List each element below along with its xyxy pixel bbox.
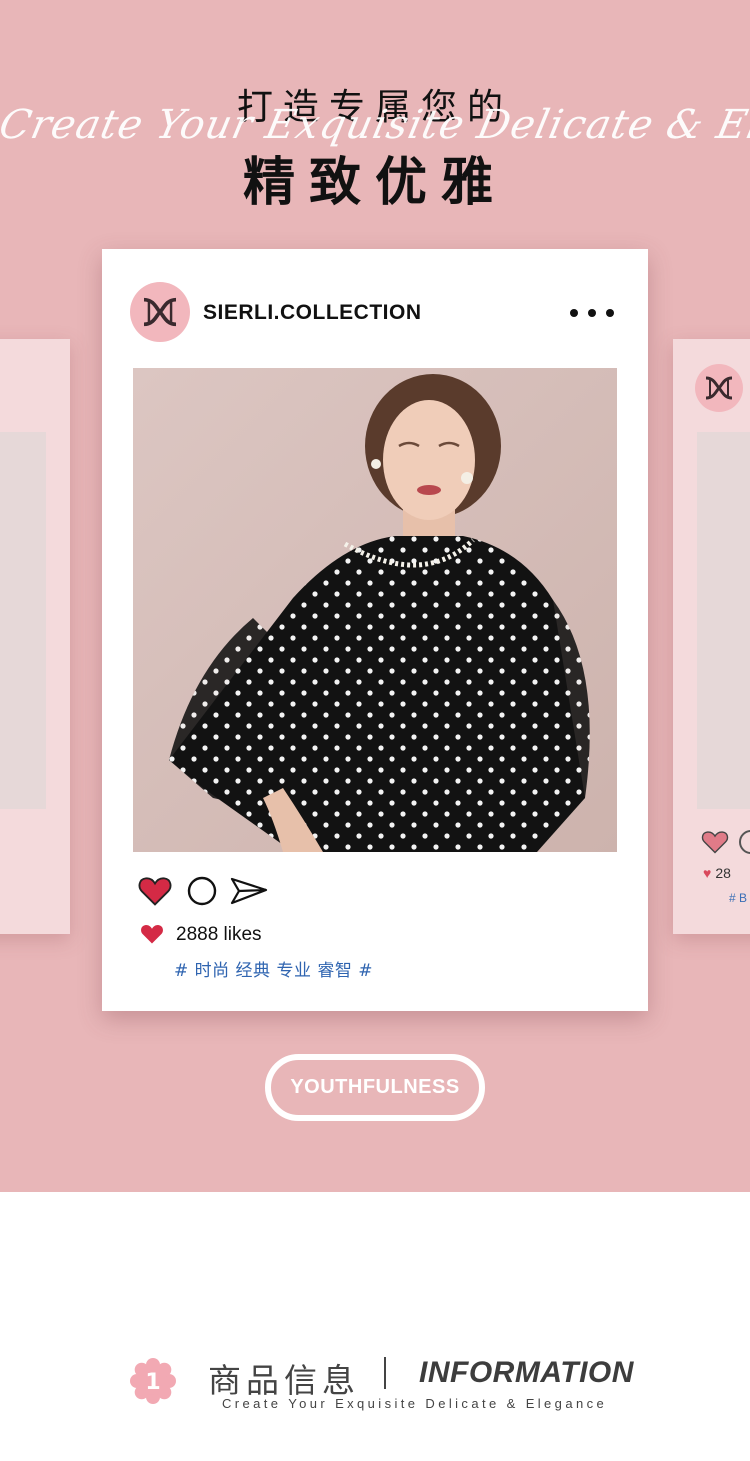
heart-icon[interactable]	[701, 829, 729, 855]
side-card-right-photo	[697, 432, 750, 809]
post-actions	[138, 875, 278, 911]
username[interactable]: SIERLI.COLLECTION	[203, 301, 422, 325]
side-card-likes: ♥ 28	[703, 865, 731, 881]
youthfulness-badge-button[interactable]: YOUTHFULNESS	[265, 1054, 485, 1121]
model-photo-illustration	[133, 368, 617, 852]
side-card-right[interactable]: ♥ 28 # B	[673, 339, 750, 934]
side-card-left[interactable]	[0, 339, 70, 934]
small-heart-icon: ♥	[703, 865, 712, 881]
post-tags[interactable]: # 时尚 经典 专业 睿智 #	[174, 956, 373, 981]
side-card-left-photo	[0, 432, 46, 809]
post-photo[interactable]	[133, 368, 617, 852]
section-title-en: INFORMATION	[419, 1356, 634, 1389]
badge-number: 1	[145, 1370, 160, 1395]
script-overlay-text: Create Your Exquisite Delicate & Eleganc…	[0, 102, 750, 148]
likes-count: 2888 likes	[176, 924, 262, 945]
comment-icon[interactable]	[187, 876, 217, 906]
avatar[interactable]	[130, 282, 190, 342]
likes-heart-icon	[141, 925, 163, 944]
badge-label: YOUTHFULNESS	[290, 1076, 460, 1098]
post-card: SIERLI.COLLECTION 2888 likes # 时尚 经典 专业 …	[102, 249, 648, 1011]
send-icon[interactable]	[230, 876, 268, 906]
side-card-logo	[695, 364, 743, 412]
info-section	[0, 1192, 750, 1461]
section-title-cn: 商品信息	[208, 1361, 360, 1400]
more-dots-icon[interactable]	[570, 299, 614, 327]
brand-logo-icon	[143, 297, 177, 327]
flower-number-badge-icon: 1	[130, 1358, 176, 1404]
comment-icon[interactable]	[739, 830, 750, 854]
section-subtitle: Create Your Exquisite Delicate & Eleganc…	[222, 1396, 608, 1411]
title-divider	[384, 1357, 386, 1389]
headline-line-2: 精致优雅	[242, 153, 507, 213]
side-card-tag: # B	[729, 891, 748, 905]
heart-icon[interactable]	[138, 875, 172, 907]
likes-row: 2888 likes	[140, 921, 440, 947]
brand-logo-icon	[705, 376, 733, 400]
hero-section: 打造专属您的 Create Your Exquisite Delicate & …	[0, 0, 750, 1192]
